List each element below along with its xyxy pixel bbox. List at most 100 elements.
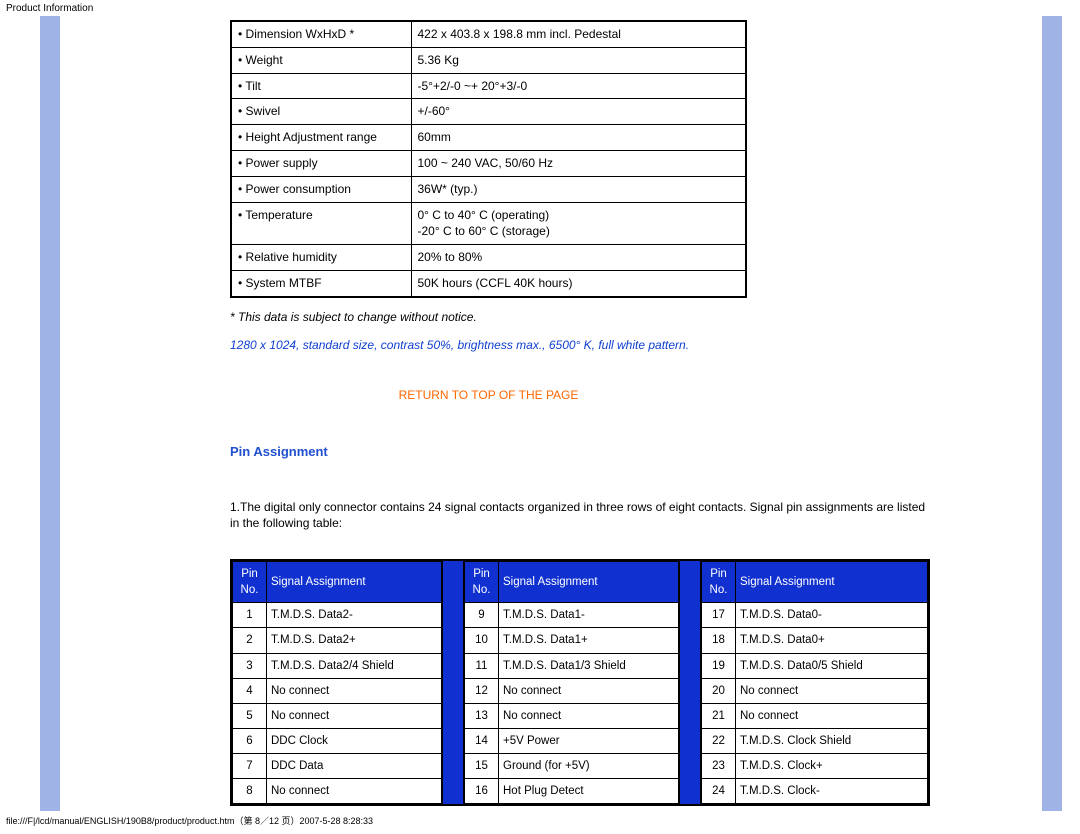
table-row: 1T.M.D.S. Data2- bbox=[233, 603, 442, 628]
table-row: 22T.M.D.S. Clock Shield bbox=[702, 728, 928, 753]
spec-label: • Temperature bbox=[231, 202, 411, 245]
pin-header-signal: Signal Assignment bbox=[267, 562, 442, 603]
main-content: • Dimension WxHxD *422 x 403.8 x 198.8 m… bbox=[230, 20, 930, 806]
spec-label: • Power supply bbox=[231, 150, 411, 176]
table-row: • Height Adjustment range60mm bbox=[231, 125, 746, 151]
pin-header-pin: Pin No. bbox=[465, 562, 499, 603]
pin-signal: No connect bbox=[499, 678, 679, 703]
pin-signal: T.M.D.S. Data1+ bbox=[499, 628, 679, 653]
pin-number: 7 bbox=[233, 753, 267, 778]
table-row: 7DDC Data bbox=[233, 753, 442, 778]
pin-signal: No connect bbox=[267, 678, 442, 703]
blue-note-text: 1280 x 1024, standard size, contrast 50%… bbox=[230, 338, 930, 352]
table-row: 9T.M.D.S. Data1- bbox=[465, 603, 679, 628]
table-row: 23T.M.D.S. Clock+ bbox=[702, 753, 928, 778]
table-row: • Temperature0° C to 40° C (operating) -… bbox=[231, 202, 746, 245]
pin-number: 17 bbox=[702, 603, 736, 628]
table-row: • Dimension WxHxD *422 x 403.8 x 198.8 m… bbox=[231, 21, 746, 47]
pin-signal: T.M.D.S. Data0/5 Shield bbox=[736, 653, 928, 678]
pin-signal: T.M.D.S. Data1/3 Shield bbox=[499, 653, 679, 678]
pin-signal: No connect bbox=[499, 703, 679, 728]
pin-signal: Hot Plug Detect bbox=[499, 778, 679, 803]
pin-table-mid: Pin No. Signal Assignment 9T.M.D.S. Data… bbox=[464, 561, 679, 804]
pin-number: 6 bbox=[233, 728, 267, 753]
pin-number: 2 bbox=[233, 628, 267, 653]
pin-signal: DDC Clock bbox=[267, 728, 442, 753]
spec-table: • Dimension WxHxD *422 x 403.8 x 198.8 m… bbox=[230, 20, 747, 298]
table-row: 6DDC Clock bbox=[233, 728, 442, 753]
notice-text: * This data is subject to change without… bbox=[230, 310, 930, 324]
pin-number: 4 bbox=[233, 678, 267, 703]
pin-signal: Ground (for +5V) bbox=[499, 753, 679, 778]
pin-signal: T.M.D.S. Data2+ bbox=[267, 628, 442, 653]
table-row: 15Ground (for +5V) bbox=[465, 753, 679, 778]
spec-label: • Tilt bbox=[231, 73, 411, 99]
spec-value: 50K hours (CCFL 40K hours) bbox=[411, 270, 746, 296]
spec-label: • Power consumption bbox=[231, 176, 411, 202]
pin-table-container: Pin No. Signal Assignment 1T.M.D.S. Data… bbox=[230, 559, 930, 806]
spec-value: 0° C to 40° C (operating) -20° C to 60° … bbox=[411, 202, 746, 245]
pin-signal: T.M.D.S. Clock- bbox=[736, 778, 928, 803]
spec-value: 422 x 403.8 x 198.8 mm incl. Pedestal bbox=[411, 21, 746, 47]
table-row: • Power consumption36W* (typ.) bbox=[231, 176, 746, 202]
pin-divider bbox=[442, 561, 464, 804]
pin-signal: T.M.D.S. Data1- bbox=[499, 603, 679, 628]
table-row: 17T.M.D.S. Data0- bbox=[702, 603, 928, 628]
table-row: 3T.M.D.S. Data2/4 Shield bbox=[233, 653, 442, 678]
pin-number: 22 bbox=[702, 728, 736, 753]
return-to-top-link[interactable]: RETURN TO TOP OF THE PAGE bbox=[230, 388, 747, 402]
pin-signal: +5V Power bbox=[499, 728, 679, 753]
table-row: 14+5V Power bbox=[465, 728, 679, 753]
table-row: 21No connect bbox=[702, 703, 928, 728]
pin-signal: No connect bbox=[267, 778, 442, 803]
table-row: • Tilt-5°+2/-0 ~+ 20°+3/-0 bbox=[231, 73, 746, 99]
pin-number: 21 bbox=[702, 703, 736, 728]
table-row: 10T.M.D.S. Data1+ bbox=[465, 628, 679, 653]
table-row: 18T.M.D.S. Data0+ bbox=[702, 628, 928, 653]
pin-signal: No connect bbox=[736, 678, 928, 703]
pin-number: 16 bbox=[465, 778, 499, 803]
pin-divider bbox=[679, 561, 701, 804]
pin-signal: T.M.D.S. Data0+ bbox=[736, 628, 928, 653]
table-row: 16Hot Plug Detect bbox=[465, 778, 679, 803]
pin-signal: T.M.D.S. Data2/4 Shield bbox=[267, 653, 442, 678]
pin-signal: T.M.D.S. Clock Shield bbox=[736, 728, 928, 753]
pin-number: 13 bbox=[465, 703, 499, 728]
pin-number: 23 bbox=[702, 753, 736, 778]
table-row: • Weight5.36 Kg bbox=[231, 47, 746, 73]
spec-value: 20% to 80% bbox=[411, 245, 746, 271]
pin-number: 14 bbox=[465, 728, 499, 753]
table-row: 19T.M.D.S. Data0/5 Shield bbox=[702, 653, 928, 678]
pin-header-signal: Signal Assignment bbox=[736, 562, 928, 603]
pin-signal: No connect bbox=[736, 703, 928, 728]
spec-value: 100 ~ 240 VAC, 50/60 Hz bbox=[411, 150, 746, 176]
spec-label: • Swivel bbox=[231, 99, 411, 125]
spec-label: • Relative humidity bbox=[231, 245, 411, 271]
footer-path: file:///F|/lcd/manual/ENGLISH/190B8/prod… bbox=[6, 814, 373, 827]
pin-header-pin: Pin No. bbox=[702, 562, 736, 603]
spec-label: • Weight bbox=[231, 47, 411, 73]
pin-signal: DDC Data bbox=[267, 753, 442, 778]
spec-label: • Height Adjustment range bbox=[231, 125, 411, 151]
table-row: 20No connect bbox=[702, 678, 928, 703]
pin-number: 11 bbox=[465, 653, 499, 678]
table-row: 13No connect bbox=[465, 703, 679, 728]
pin-number: 10 bbox=[465, 628, 499, 653]
pin-number: 12 bbox=[465, 678, 499, 703]
table-row: 2T.M.D.S. Data2+ bbox=[233, 628, 442, 653]
spec-value: 5.36 Kg bbox=[411, 47, 746, 73]
table-row: 12No connect bbox=[465, 678, 679, 703]
pin-signal: No connect bbox=[267, 703, 442, 728]
spec-value: +/-60° bbox=[411, 99, 746, 125]
pin-assignment-heading: Pin Assignment bbox=[230, 444, 930, 459]
table-row: 8No connect bbox=[233, 778, 442, 803]
pin-number: 15 bbox=[465, 753, 499, 778]
pin-number: 8 bbox=[233, 778, 267, 803]
spec-label: • System MTBF bbox=[231, 270, 411, 296]
pin-table-right: Pin No. Signal Assignment 17T.M.D.S. Dat… bbox=[701, 561, 928, 804]
table-row: • Power supply100 ~ 240 VAC, 50/60 Hz bbox=[231, 150, 746, 176]
spec-value: -5°+2/-0 ~+ 20°+3/-0 bbox=[411, 73, 746, 99]
pin-signal: T.M.D.S. Data2- bbox=[267, 603, 442, 628]
pin-number: 19 bbox=[702, 653, 736, 678]
spec-value: 60mm bbox=[411, 125, 746, 151]
